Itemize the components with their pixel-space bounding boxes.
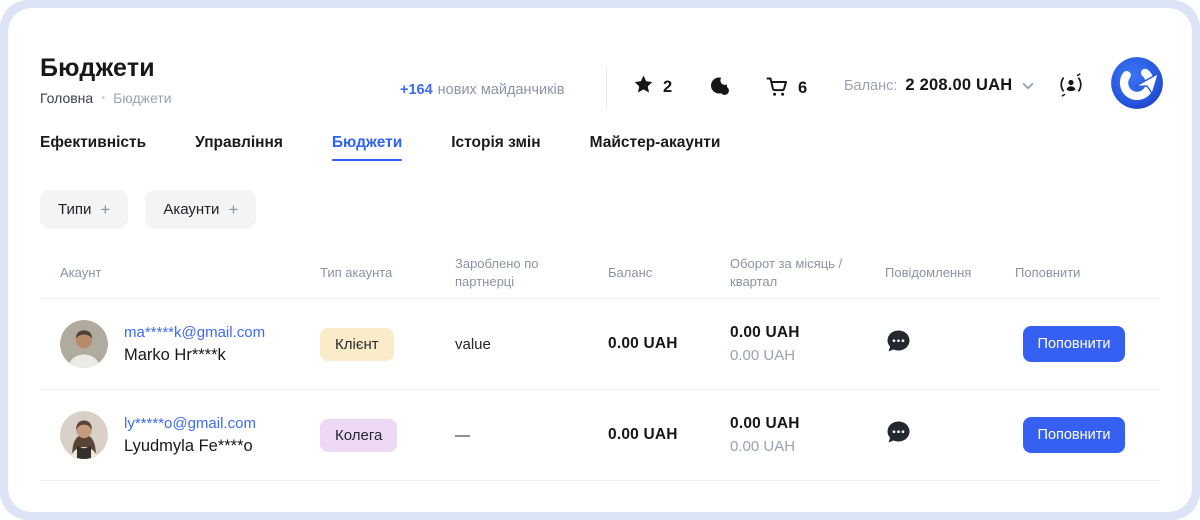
- column-header-account: Акаунт: [40, 264, 320, 282]
- plus-icon: +: [228, 201, 238, 218]
- new-platforms-label: нових майданчиків: [438, 82, 565, 98]
- filter-bar: Типи + Акаунти +: [40, 190, 256, 229]
- tab-management[interactable]: Управління: [195, 134, 283, 161]
- account-email-link[interactable]: ly*****o@gmail.com: [124, 415, 256, 432]
- account-identity: ly*****o@gmail.com Lyudmyla Fe****o: [124, 415, 256, 456]
- topup-cell: Поповнити: [1015, 417, 1160, 453]
- balance-label: Баланс:: [844, 78, 897, 94]
- column-header-topup: Поповнити: [1015, 264, 1160, 282]
- avatar: [60, 411, 108, 459]
- turnover-quarter: 0.00 UAH: [730, 347, 885, 364]
- cart-icon: [765, 74, 789, 103]
- topup-button[interactable]: Поповнити: [1023, 326, 1125, 362]
- balance-cell: 0.00 UAH: [608, 426, 730, 444]
- favorites-count: 2: [663, 78, 672, 97]
- account-type-badge: Клієнт: [320, 328, 394, 361]
- breadcrumb-separator: •: [101, 92, 105, 104]
- account-identity: ma*****k@gmail.com Marko Hr****k: [124, 324, 265, 365]
- account-cell: ma*****k@gmail.com Marko Hr****k: [40, 320, 320, 368]
- account-email-link[interactable]: ma*****k@gmail.com: [124, 324, 265, 341]
- cart-count: 6: [798, 79, 807, 98]
- page-title: Бюджети: [40, 54, 172, 83]
- earned-cell: —: [455, 427, 608, 444]
- filter-accounts-button[interactable]: Акаунти +: [145, 190, 256, 229]
- turnover-cell: 0.00 UAH 0.00 UAH: [730, 324, 885, 364]
- message-cell: [885, 328, 1015, 360]
- plus-icon: +: [100, 201, 110, 218]
- header-divider: [606, 66, 607, 110]
- tab-budgets[interactable]: Бюджети: [332, 134, 402, 161]
- balance-dropdown[interactable]: Баланс: 2 208.00 UAH: [844, 76, 1034, 95]
- chevron-down-icon: [1022, 77, 1034, 95]
- tab-bar: Ефективність Управління Бюджети Історія …: [40, 134, 720, 161]
- chat-button[interactable]: [708, 74, 732, 103]
- earned-cell: value: [455, 336, 608, 353]
- breadcrumb-home-link[interactable]: Головна: [40, 90, 93, 106]
- cart-button[interactable]: 6: [765, 74, 807, 103]
- turnover-month: 0.00 UAH: [730, 324, 885, 342]
- column-header-turnover: Оборот за місяць / квартал: [730, 255, 885, 290]
- favorites-button[interactable]: 2: [633, 74, 672, 100]
- app-logo[interactable]: [1110, 56, 1164, 110]
- breadcrumb: Головна • Бюджети: [40, 90, 172, 106]
- turnover-cell: 0.00 UAH 0.00 UAH: [730, 415, 885, 455]
- avatar: [60, 320, 108, 368]
- support-broadcast-button[interactable]: [1056, 70, 1086, 105]
- main-card: Бюджети Головна • Бюджети +164 нових майд…: [8, 8, 1192, 512]
- message-bubble-icon[interactable]: [885, 433, 912, 450]
- account-name: Marko Hr****k: [124, 346, 265, 365]
- column-header-balance: Баланс: [608, 264, 730, 282]
- turnover-quarter: 0.00 UAH: [730, 438, 885, 455]
- tab-efficiency[interactable]: Ефективність: [40, 134, 146, 161]
- balance-cell: 0.00 UAH: [608, 335, 730, 353]
- table-header-row: Акаунт Тип акаунта Зароблено по партнерц…: [40, 248, 1160, 299]
- logo-icon: [1110, 97, 1164, 114]
- account-cell: ly*****o@gmail.com Lyudmyla Fe****o: [40, 411, 320, 459]
- breadcrumb-current: Бюджети: [113, 90, 171, 106]
- column-header-account-type: Тип акаунта: [320, 264, 455, 282]
- person-broadcast-icon: [1056, 87, 1086, 104]
- filter-types-label: Типи: [58, 201, 91, 218]
- accounts-table: Акаунт Тип акаунта Зароблено по партнерц…: [40, 248, 1160, 481]
- account-type-badge: Колега: [320, 419, 397, 452]
- tab-history[interactable]: Історія змін: [451, 134, 540, 161]
- star-icon: [633, 74, 654, 100]
- account-name: Lyudmyla Fe****o: [124, 437, 256, 456]
- chat-icon: [708, 74, 732, 103]
- table-row: ly*****o@gmail.com Lyudmyla Fe****o Коле…: [40, 390, 1160, 481]
- new-platforms-count: +164: [400, 82, 433, 98]
- account-type-cell: Клієнт: [320, 328, 455, 361]
- filter-types-button[interactable]: Типи +: [40, 190, 128, 229]
- column-header-earned: Зароблено по партнерці: [455, 255, 608, 290]
- app-frame: Бюджети Головна • Бюджети +164 нових майд…: [0, 0, 1200, 520]
- turnover-month: 0.00 UAH: [730, 415, 885, 433]
- account-type-cell: Колега: [320, 419, 455, 452]
- new-platforms-note[interactable]: +164 нових майданчиків: [400, 82, 564, 98]
- topup-cell: Поповнити: [1015, 326, 1160, 362]
- balance-value: 2 208.00 UAH: [905, 76, 1012, 95]
- topup-button[interactable]: Поповнити: [1023, 417, 1125, 453]
- message-bubble-icon[interactable]: [885, 342, 912, 359]
- message-cell: [885, 419, 1015, 451]
- table-row: ma*****k@gmail.com Marko Hr****k Клієнт …: [40, 299, 1160, 390]
- header-left: Бюджети Головна • Бюджети: [40, 54, 172, 106]
- tab-master-accounts[interactable]: Майстер-акаунти: [590, 134, 721, 161]
- column-header-messages: Повідомлення: [885, 264, 1015, 282]
- filter-accounts-label: Акаунти: [163, 201, 219, 218]
